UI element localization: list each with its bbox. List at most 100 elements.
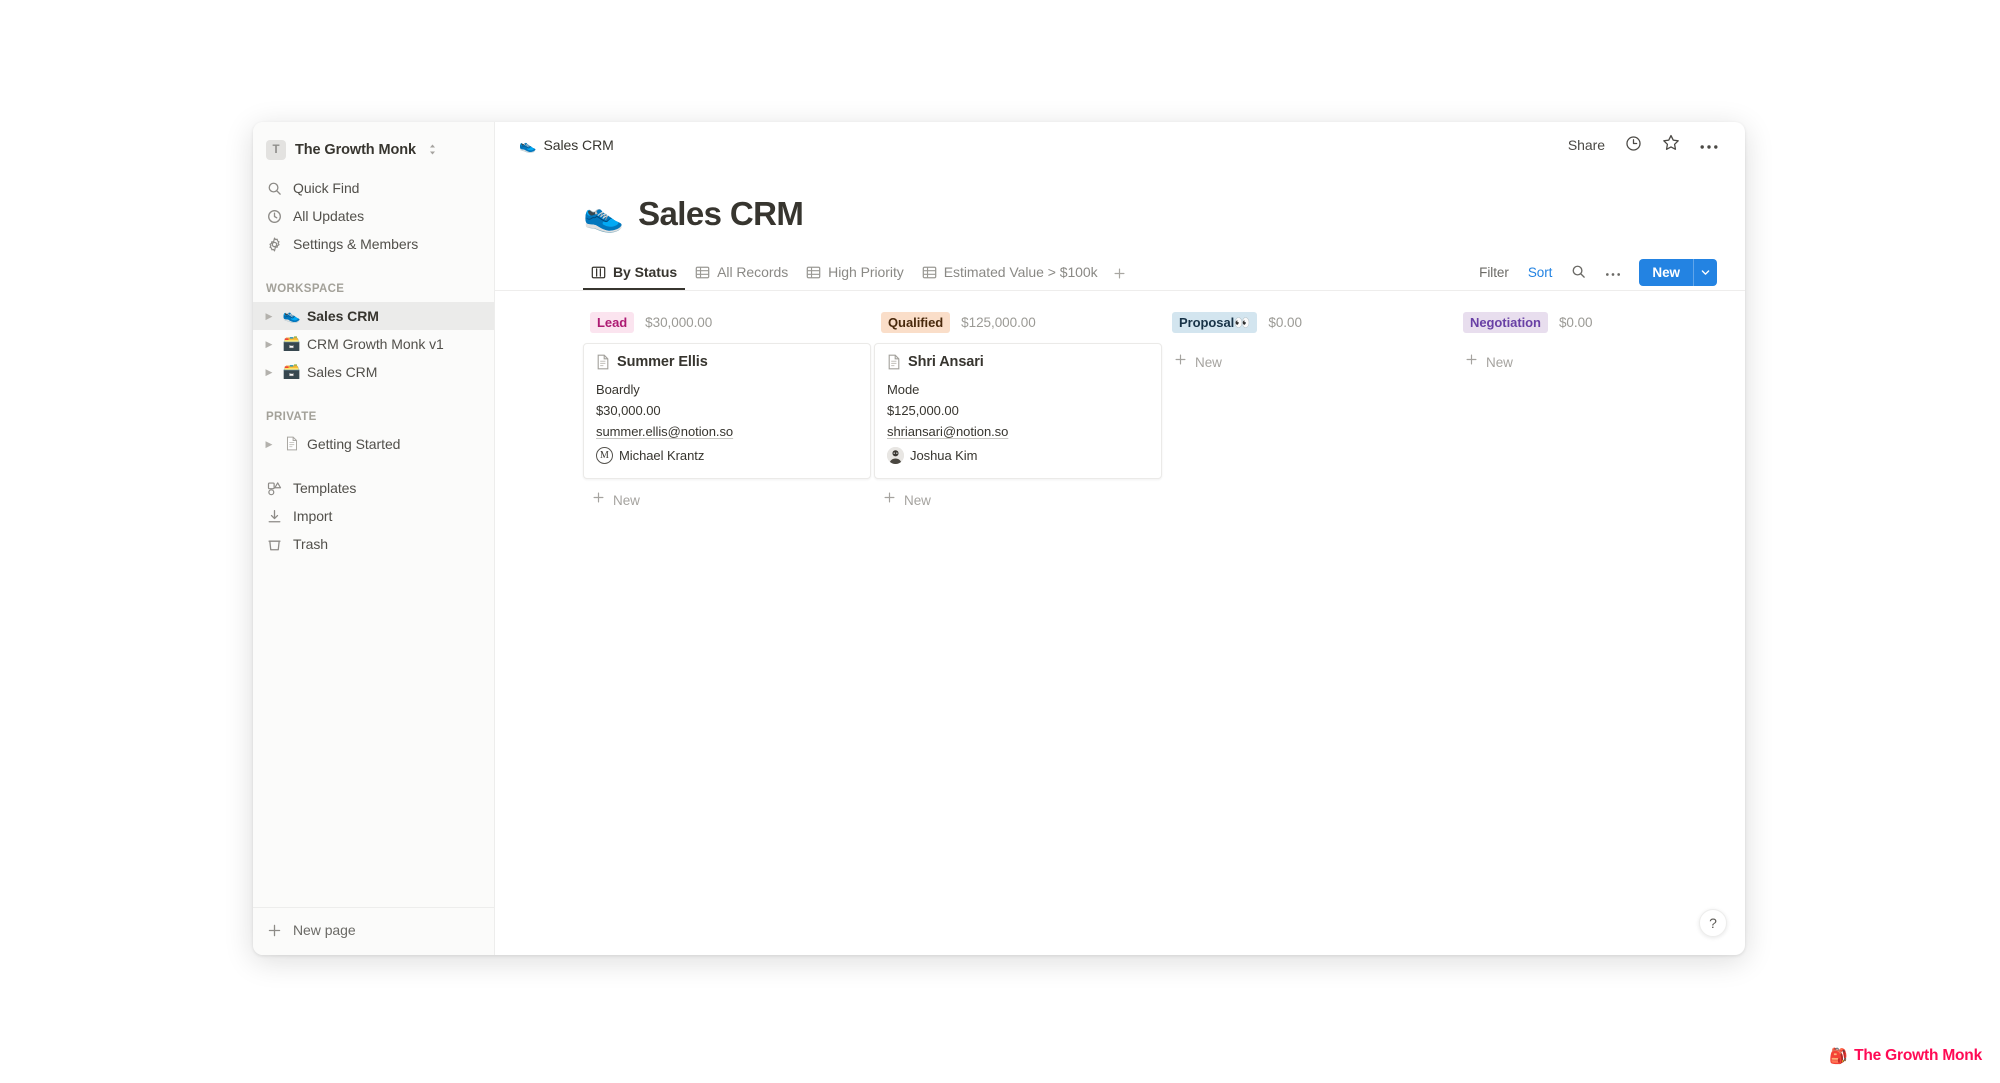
shoe-icon[interactable]: 👟 — [583, 198, 624, 231]
new-record-button[interactable]: New — [1639, 259, 1717, 286]
view-toolbar: By Status All Records High Priority Esti… — [495, 257, 1745, 291]
add-card-button[interactable]: New — [874, 485, 1162, 515]
help-button[interactable]: ? — [1699, 909, 1727, 937]
table-icon — [922, 265, 937, 280]
page-title[interactable]: Sales CRM — [638, 195, 804, 233]
plus-icon — [1174, 353, 1187, 371]
column-header[interactable]: Lead $30,000.00 — [583, 307, 871, 337]
sidebar-item-getting-started[interactable]: ▶ Getting Started — [253, 430, 494, 458]
updates-button[interactable] — [1618, 131, 1649, 159]
sort-button[interactable]: Sort — [1520, 260, 1561, 286]
plus-icon — [1465, 353, 1478, 371]
tab-high-priority[interactable]: High Priority — [798, 256, 912, 290]
tab-by-status[interactable]: By Status — [583, 256, 686, 290]
page-header: 👟 Sales CRM — [495, 195, 1745, 233]
card-title: Summer Ellis — [617, 354, 708, 370]
table-icon — [695, 265, 710, 280]
card-email[interactable]: shriansari@notion.so — [887, 421, 1149, 442]
column-sum: $125,000.00 — [961, 314, 1036, 330]
column-header[interactable]: Negotiation $0.00 — [1456, 307, 1744, 337]
board-column-qualified: Qualified $125,000.00 Shri Ansari Mode $… — [874, 307, 1162, 515]
card-email[interactable]: summer.ellis@notion.so — [596, 421, 858, 442]
card-value: $125,000.00 — [887, 403, 959, 418]
sidebar-item-label: Getting Started — [307, 436, 401, 452]
workspace-avatar: T — [266, 139, 286, 160]
new-page-button[interactable]: New page — [253, 915, 494, 945]
column-header[interactable]: Proposal👀 $0.00 — [1165, 307, 1453, 337]
view-actions: Filter Sort New — [1471, 259, 1717, 290]
sidebar-item-trash[interactable]: Trash — [253, 530, 494, 558]
tab-label: High Priority — [828, 264, 904, 280]
board-card[interactable]: Shri Ansari Mode $125,000.00 shriansari@… — [874, 343, 1162, 479]
board-icon — [591, 265, 606, 280]
sidebar-item-quick-find[interactable]: Quick Find — [253, 174, 494, 202]
watermark: 🎒 The Growth Monk — [1829, 1047, 1982, 1065]
card-title: Shri Ansari — [908, 354, 984, 370]
add-card-button[interactable]: New — [1165, 347, 1453, 377]
chevron-right-icon[interactable]: ▶ — [262, 365, 276, 379]
share-button[interactable]: Share — [1561, 131, 1612, 159]
sidebar-tools: Templates Import Trash — [253, 474, 494, 558]
kanban-board: Lead $30,000.00 Summer Ellis Boardly $30… — [495, 291, 1745, 515]
sidebar-item-sales-crm-db[interactable]: ▶ 🗃️ Sales CRM — [253, 358, 494, 386]
sidebar-section-workspace-title: WORKSPACE — [266, 283, 345, 295]
search-button[interactable] — [1563, 260, 1594, 286]
search-icon — [1571, 264, 1586, 282]
sidebar-item-settings-members[interactable]: Settings & Members — [253, 230, 494, 258]
card-title-row: Shri Ansari — [887, 354, 1149, 370]
column-cards: Summer Ellis Boardly $30,000.00 summer.e… — [583, 343, 871, 479]
topbar-actions: Share — [1561, 131, 1725, 159]
sidebar-item-label: Settings & Members — [293, 236, 419, 252]
sidebar-item-sales-crm[interactable]: ▶ 👟 Sales CRM — [253, 302, 494, 330]
tab-estimated-value-over-100k[interactable]: Estimated Value > $100k — [914, 256, 1106, 290]
add-card-button[interactable]: New — [583, 485, 871, 515]
sidebar-item-templates[interactable]: Templates — [253, 474, 494, 502]
sidebar-item-label: CRM Growth Monk v1 — [307, 336, 444, 352]
status-badge: Proposal👀 — [1172, 311, 1258, 333]
plus-icon — [883, 491, 896, 509]
tab-all-records[interactable]: All Records — [687, 256, 796, 290]
shoe-icon: 👟 — [282, 307, 301, 324]
status-badge: Qualified — [881, 311, 951, 333]
card-value: $30,000.00 — [596, 403, 661, 418]
sidebar-scroll-area[interactable]: T The Growth Monk Quick Find All Updates… — [253, 122, 494, 907]
board-column-lead: Lead $30,000.00 Summer Ellis Boardly $30… — [583, 307, 871, 515]
main-area: 👟 Sales CRM Share 👟 Sales CRM By Status … — [495, 122, 1745, 955]
breadcrumb[interactable]: 👟 Sales CRM — [513, 134, 620, 156]
board-column-negotiation: Negotiation $0.00 New — [1456, 307, 1744, 515]
favorite-button[interactable] — [1655, 131, 1687, 159]
chevron-right-icon[interactable]: ▶ — [262, 337, 276, 351]
filter-button[interactable]: Filter — [1471, 260, 1517, 286]
sidebar-item-label: Sales CRM — [307, 364, 378, 380]
page-icon — [282, 436, 301, 453]
table-icon — [806, 265, 821, 280]
board-card[interactable]: Summer Ellis Boardly $30,000.00 summer.e… — [583, 343, 871, 479]
clock-icon — [266, 208, 283, 225]
add-card-label: New — [1486, 354, 1513, 370]
sidebar-item-label: All Updates — [293, 208, 365, 224]
chevron-right-icon[interactable]: ▶ — [262, 309, 276, 323]
clock-icon — [1625, 135, 1642, 155]
sidebar-item-import[interactable]: Import — [253, 502, 494, 530]
shoe-icon: 👟 — [519, 136, 537, 153]
new-record-label: New — [1652, 265, 1680, 280]
add-card-button[interactable]: New — [1456, 347, 1744, 377]
sidebar-item-label: Import — [293, 508, 333, 524]
column-header[interactable]: Qualified $125,000.00 — [874, 307, 1162, 337]
add-view-button[interactable] — [1108, 256, 1132, 290]
workspace-switcher[interactable]: T The Growth Monk — [253, 133, 494, 166]
chevron-down-icon[interactable] — [1693, 259, 1717, 286]
more-options-button[interactable] — [1693, 131, 1725, 159]
view-more-options-button[interactable] — [1597, 260, 1629, 286]
sidebar-item-crm-growth-monk-v1[interactable]: ▶ 🗃️ CRM Growth Monk v1 — [253, 330, 494, 358]
add-card-label: New — [613, 492, 640, 508]
card-owner-name: Joshua Kim — [910, 448, 978, 463]
breadcrumb-label: Sales CRM — [543, 136, 614, 153]
chevron-right-icon[interactable]: ▶ — [262, 437, 276, 451]
search-icon — [266, 180, 283, 197]
sidebar: T The Growth Monk Quick Find All Updates… — [253, 122, 495, 955]
sidebar-nav: Quick Find All Updates Settings & Member… — [253, 174, 494, 258]
card-owner: M Michael Krantz — [596, 445, 858, 466]
card-company: Boardly — [596, 382, 640, 397]
sidebar-item-all-updates[interactable]: All Updates — [253, 202, 494, 230]
